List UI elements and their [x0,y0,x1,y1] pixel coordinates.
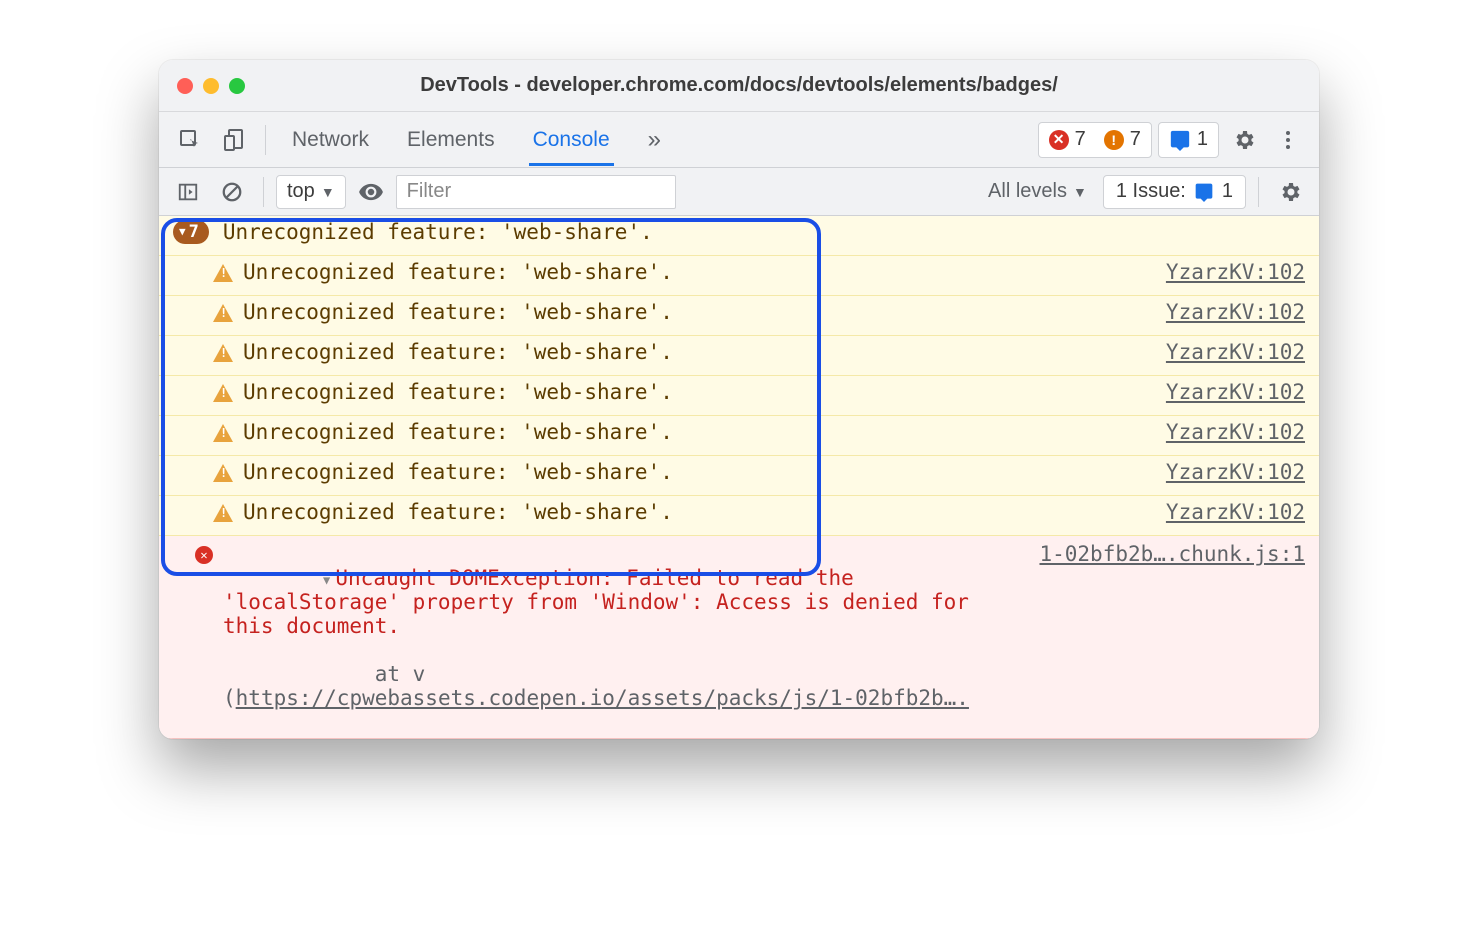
group-count: 7 [189,222,199,242]
warning-message: Unrecognized feature: 'web-share'. [243,260,1146,284]
warning-message: Unrecognized feature: 'web-share'. [243,380,1146,404]
device-toggle-icon[interactable] [215,121,253,159]
warning-source-link[interactable]: YzarzKV:102 [1166,460,1305,484]
maximize-window-button[interactable] [229,78,245,94]
separator [263,177,264,207]
main-toolbar: Network Elements Console » ✕ 7 ! 7 1 [159,112,1319,168]
minimize-window-button[interactable] [203,78,219,94]
warning-row[interactable]: Unrecognized feature: 'web-share'. YzarzK… [159,416,1319,456]
panel-tabs: Network Elements Console » [288,114,665,166]
warning-row[interactable]: Unrecognized feature: 'web-share'. YzarzK… [159,296,1319,336]
warning-message: Unrecognized feature: 'web-share'. [243,340,1146,364]
separator [265,125,266,155]
chevron-down-icon: ▶ [321,577,335,584]
warning-row[interactable]: Unrecognized feature: 'web-share'. YzarzK… [159,496,1319,536]
devtools-window: DevTools - developer.chrome.com/docs/dev… [159,60,1319,739]
chevron-down-icon: ▼ [1073,184,1087,200]
error-count-icon: ✕ [1049,130,1069,150]
context-value: top [287,180,315,203]
warning-source-link[interactable]: YzarzKV:102 [1166,260,1305,284]
settings-icon[interactable] [1225,121,1263,159]
console-settings-icon[interactable] [1271,173,1309,211]
tab-elements[interactable]: Elements [403,116,499,164]
warning-icon [213,384,233,402]
group-count-badge: ▼ 7 [173,220,209,244]
tab-console[interactable]: Console [529,116,614,164]
issues-counter[interactable]: 1 [1158,122,1219,158]
issues-label: 1 Issue: [1116,180,1186,203]
sidebar-toggle-icon[interactable] [169,173,207,211]
error-warning-counter[interactable]: ✕ 7 ! 7 [1038,122,1152,158]
warning-row[interactable]: Unrecognized feature: 'web-share'. YzarzK… [159,456,1319,496]
warning-message: Unrecognized feature: 'web-share'. [243,460,1146,484]
traffic-lights [177,78,245,94]
live-expression-icon[interactable] [352,173,390,211]
warning-source-link[interactable]: YzarzKV:102 [1166,380,1305,404]
warning-icon [213,304,233,322]
error-count: 7 [1075,128,1086,151]
inspect-element-icon[interactable] [171,121,209,159]
issues-count: 1 [1222,180,1233,203]
error-icon: ✕ [195,546,213,564]
warning-message: Unrecognized feature: 'web-share'. [243,300,1146,324]
tab-more-icon[interactable]: » [644,114,665,166]
levels-value: All levels [988,180,1067,203]
warning-icon [213,464,233,482]
close-window-button[interactable] [177,78,193,94]
warning-source-link[interactable]: YzarzKV:102 [1166,420,1305,444]
issues-icon [1194,182,1214,202]
warning-icon [213,504,233,522]
tab-network[interactable]: Network [288,116,373,164]
warning-row[interactable]: Unrecognized feature: 'web-share'. YzarzK… [159,336,1319,376]
warning-count-icon: ! [1104,130,1124,150]
clear-console-icon[interactable] [213,173,251,211]
warning-message: Unrecognized feature: 'web-share'. [243,420,1146,444]
error-message: ▶Uncaught DOMException: Failed to read t… [223,542,1019,734]
error-row[interactable]: ✕ ▶Uncaught DOMException: Failed to read… [159,536,1319,739]
error-source-link[interactable]: 1-02bfb2b….chunk.js:1 [1039,542,1305,566]
group-message: Unrecognized feature: 'web-share'. [223,220,1305,244]
console-output: ▼ 7 Unrecognized feature: 'web-share'. U… [159,216,1319,739]
warning-source-link[interactable]: YzarzKV:102 [1166,340,1305,364]
warning-icon [213,344,233,362]
titlebar: DevTools - developer.chrome.com/docs/dev… [159,60,1319,112]
console-toolbar: top ▼ Filter All levels ▼ 1 Issue: 1 [159,168,1319,216]
log-levels-selector[interactable]: All levels ▼ [978,175,1097,209]
issues-box[interactable]: 1 Issue: 1 [1103,175,1246,209]
issues-count-top: 1 [1197,128,1208,151]
warning-row[interactable]: Unrecognized feature: 'web-share'. YzarzK… [159,376,1319,416]
separator [1258,177,1259,207]
filter-input[interactable]: Filter [396,175,676,209]
window-title: DevTools - developer.chrome.com/docs/dev… [159,74,1319,97]
warning-source-link[interactable]: YzarzKV:102 [1166,300,1305,324]
warning-message: Unrecognized feature: 'web-share'. [243,500,1146,524]
kebab-menu-icon[interactable] [1269,121,1307,159]
context-selector[interactable]: top ▼ [276,175,346,209]
warning-count: 7 [1130,128,1141,151]
chevron-down-icon: ▼ [321,184,335,200]
warning-group-header[interactable]: ▼ 7 Unrecognized feature: 'web-share'. [159,216,1319,256]
issues-icon [1169,129,1191,151]
chevron-down-icon: ▼ [179,225,186,238]
warning-icon [213,424,233,442]
warning-source-link[interactable]: YzarzKV:102 [1166,500,1305,524]
filter-placeholder: Filter [407,180,451,203]
warning-row[interactable]: Unrecognized feature: 'web-share'. YzarzK… [159,256,1319,296]
warning-icon [213,264,233,282]
